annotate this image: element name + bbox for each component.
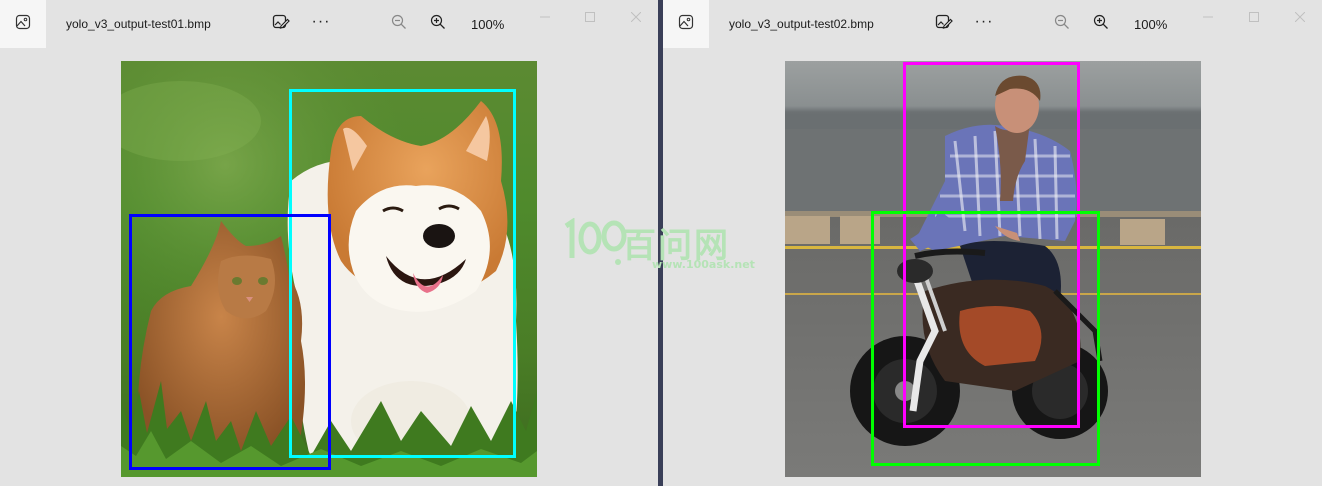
close-button[interactable] (625, 10, 647, 26)
minimize-button[interactable] (534, 10, 556, 26)
close-button[interactable] (1289, 10, 1311, 26)
photo-viewer-window-1: yolo_v3_output-test01.bmp ··· 100% (0, 0, 658, 486)
maximize-button[interactable] (1243, 10, 1265, 26)
detection-box-motorbike (871, 211, 1100, 466)
minimize-icon (540, 9, 550, 27)
file-title: yolo_v3_output-test01.bmp (66, 17, 211, 31)
edit-image-button[interactable] (271, 14, 291, 34)
zoom-in-icon (1093, 14, 1109, 35)
gallery-icon (678, 14, 694, 35)
zoom-out-icon (1054, 14, 1070, 35)
more-icon: ··· (311, 13, 331, 30)
detection-box-cat (129, 214, 331, 470)
title-bar[interactable]: yolo_v3_output-test02.bmp ··· 100% (663, 0, 1322, 48)
image-canvas[interactable] (785, 61, 1201, 477)
minimize-button[interactable] (1197, 10, 1219, 26)
app-icon-button[interactable] (0, 0, 46, 48)
edit-image-button[interactable] (934, 14, 954, 34)
maximize-button[interactable] (579, 10, 601, 26)
zoom-in-button[interactable] (428, 14, 448, 34)
zoom-in-button[interactable] (1091, 14, 1111, 34)
more-options-button[interactable]: ··· (311, 12, 331, 32)
image-canvas[interactable] (121, 61, 537, 477)
minimize-icon (1203, 9, 1213, 27)
close-icon (630, 9, 642, 27)
title-bar[interactable]: yolo_v3_output-test01.bmp ··· 100% (0, 0, 658, 48)
maximize-icon (585, 9, 595, 27)
gallery-icon (15, 14, 31, 35)
zoom-level[interactable]: 100% (1134, 17, 1167, 32)
close-icon (1294, 9, 1306, 27)
file-title: yolo_v3_output-test02.bmp (729, 17, 874, 31)
zoom-out-icon (391, 14, 407, 35)
edit-image-icon (272, 13, 290, 36)
zoom-out-button[interactable] (389, 14, 409, 34)
more-icon: ··· (974, 13, 994, 30)
zoom-out-button[interactable] (1052, 14, 1072, 34)
more-options-button[interactable]: ··· (974, 12, 994, 32)
zoom-level[interactable]: 100% (471, 17, 504, 32)
maximize-icon (1249, 9, 1259, 27)
edit-image-icon (935, 13, 953, 36)
photo-viewer-window-2: yolo_v3_output-test02.bmp ··· 100% (663, 0, 1322, 486)
zoom-in-icon (430, 14, 446, 35)
app-icon-button[interactable] (663, 0, 709, 48)
